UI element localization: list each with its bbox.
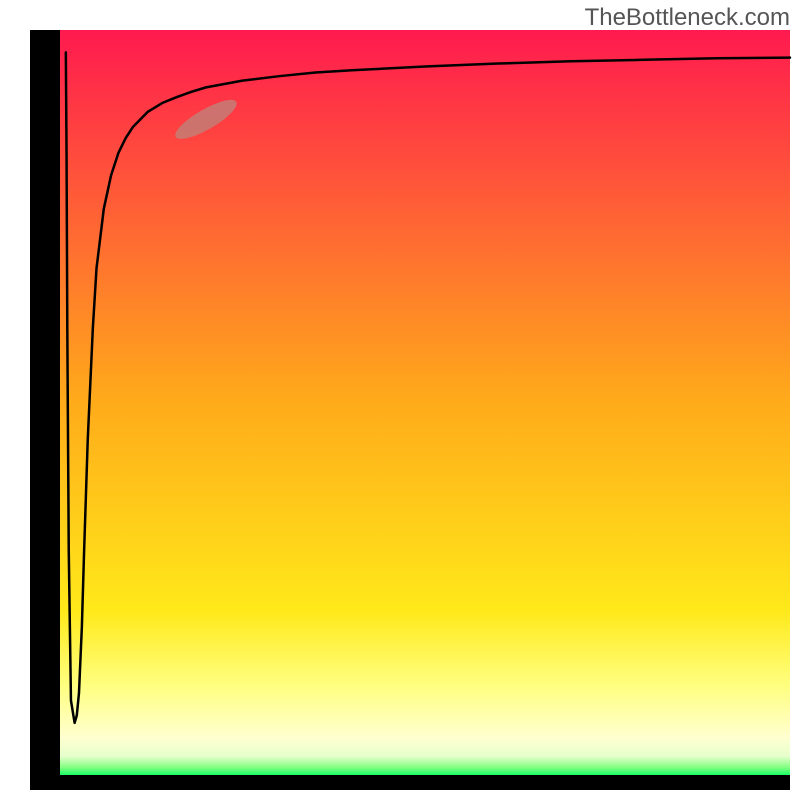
chart-svg: [0, 0, 800, 800]
plot-background: [60, 30, 790, 775]
y-axis-bar: [30, 30, 60, 790]
watermark-label: TheBottleneck.com: [585, 4, 790, 32]
x-axis-bar: [30, 775, 790, 790]
chart-container: TheBottleneck.com: [0, 0, 800, 800]
